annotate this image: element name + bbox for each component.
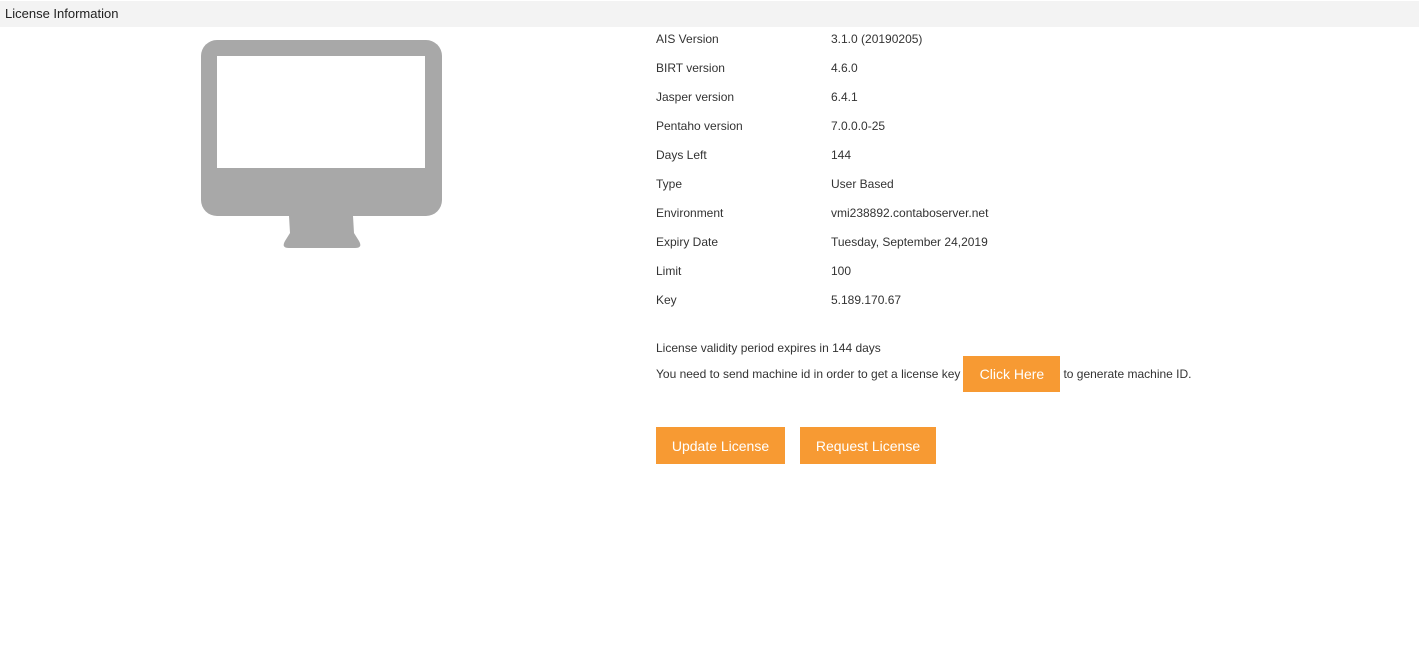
generate-machine-id-button[interactable]: Click Here: [963, 356, 1061, 392]
info-value: 3.1.0 (20190205): [831, 31, 923, 46]
info-value: 5.189.170.67: [831, 292, 902, 307]
info-label: Jasper version: [656, 89, 735, 104]
info-row-pentaho-version: Pentaho version 7.0.0.0-25: [656, 111, 988, 140]
info-value: User Based: [831, 176, 894, 191]
machine-id-prefix: You need to send machine id in order to …: [656, 367, 961, 381]
info-row-jasper-version: Jasper version 6.4.1: [656, 82, 988, 111]
info-row-key: Key 5.189.170.67: [656, 285, 988, 314]
info-label: Pentaho version: [656, 118, 743, 133]
info-row-expiry-date: Expiry Date Tuesday, September 24,2019: [656, 227, 988, 256]
info-label: AIS Version: [656, 31, 719, 46]
info-label: Environment: [656, 205, 724, 220]
info-label: Days Left: [656, 147, 707, 162]
info-value: 100: [831, 263, 852, 278]
info-label: BIRT version: [656, 60, 725, 75]
info-value: 4.6.0: [831, 60, 858, 75]
update-license-button[interactable]: Update License: [656, 427, 785, 464]
info-value: 7.0.0.0-25: [831, 118, 886, 133]
info-row-ais-version: AIS Version 3.1.0 (20190205): [656, 24, 988, 53]
info-row-environment: Environment vmi238892.contaboserver.net: [656, 198, 988, 227]
info-row-limit: Limit 100: [656, 256, 988, 285]
info-label: Type: [656, 176, 683, 191]
validity-message: License validity period expires in 144 d…: [656, 341, 881, 355]
info-row-type: Type User Based: [656, 169, 988, 198]
monitor-icon: [201, 40, 442, 253]
request-license-button[interactable]: Request License: [800, 427, 936, 464]
info-row-birt-version: BIRT version 4.6.0: [656, 53, 988, 82]
info-value: 144: [831, 147, 852, 162]
license-actions: Update License Request License: [656, 427, 936, 464]
info-label: Expiry Date: [656, 234, 719, 249]
info-value: Tuesday, September 24,2019: [831, 234, 988, 249]
machine-id-message: You need to send machine id in order to …: [656, 356, 1192, 392]
info-value: 6.4.1: [831, 89, 858, 104]
info-value: vmi238892.contaboserver.net: [831, 205, 989, 220]
info-label: Key: [656, 292, 677, 307]
info-label: Limit: [656, 263, 682, 278]
license-info-table: AIS Version 3.1.0 (20190205) BIRT versio…: [656, 24, 988, 314]
page-title: License Information: [5, 6, 119, 21]
machine-id-suffix: to generate machine ID.: [1063, 367, 1192, 381]
info-row-days-left: Days Left 144: [656, 140, 988, 169]
